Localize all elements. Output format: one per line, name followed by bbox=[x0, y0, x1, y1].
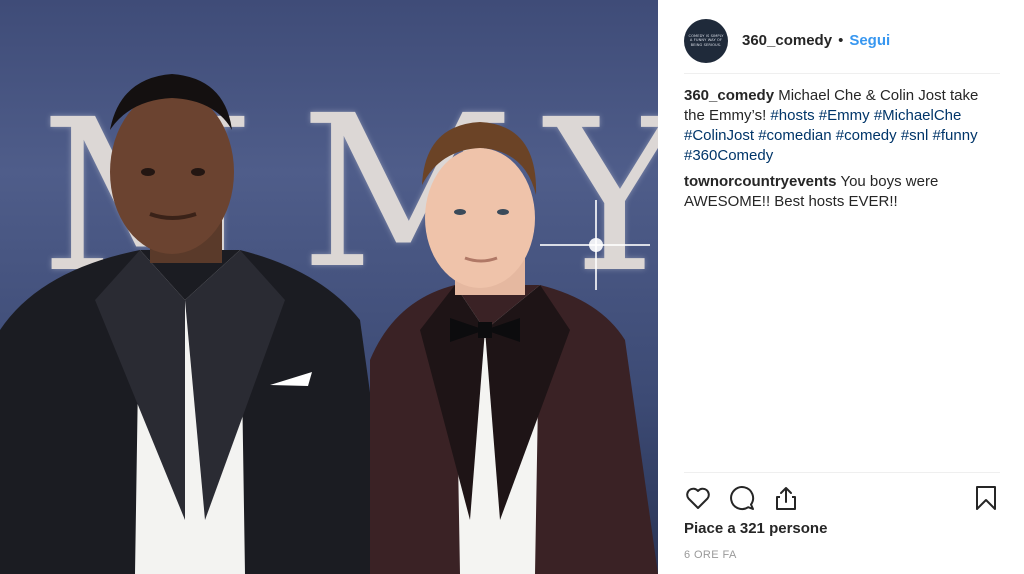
share-button[interactable] bbox=[772, 484, 800, 512]
hashtag-link[interactable]: #360Comedy bbox=[684, 147, 773, 164]
avatar[interactable]: COMEDY IS SIMPLY A FUNNY WAY OF BEING SE… bbox=[684, 18, 728, 63]
hashtag-link[interactable]: #comedy bbox=[836, 127, 897, 144]
comment-reply: townorcountryevents You boys were AWESOM… bbox=[684, 172, 1000, 212]
separator-dot: • bbox=[838, 32, 844, 49]
comment-username[interactable]: 360_comedy bbox=[684, 87, 774, 104]
comment-button[interactable] bbox=[728, 484, 756, 512]
hashtag-link[interactable]: #snl bbox=[901, 127, 929, 144]
people-illustration bbox=[0, 74, 658, 574]
comments-list: 360_comedy Michael Che & Colin Jost take… bbox=[684, 86, 1000, 218]
person-left bbox=[0, 74, 395, 574]
username-link[interactable]: 360_comedy bbox=[742, 32, 832, 49]
divider bbox=[684, 472, 1000, 473]
hashtag-link[interactable]: #MichaelChe bbox=[874, 107, 962, 124]
hashtag-link[interactable]: #hosts bbox=[770, 107, 814, 124]
heart-icon bbox=[686, 487, 710, 509]
share-icon bbox=[776, 487, 796, 510]
comment-icon bbox=[730, 486, 755, 511]
hashtag-link[interactable]: #comedian bbox=[758, 127, 831, 144]
comment-username[interactable]: townorcountryevents bbox=[684, 173, 837, 190]
hashtag-link[interactable]: #ColinJost bbox=[684, 127, 754, 144]
post-timestamp[interactable]: 6 ORE FA bbox=[684, 549, 737, 561]
post-header: COMEDY IS SIMPLY A FUNNY WAY OF BEING SE… bbox=[684, 8, 1000, 74]
bookmark-icon bbox=[976, 486, 996, 510]
person-right bbox=[370, 122, 658, 574]
likes-count[interactable]: Piace a 321 persone bbox=[684, 520, 827, 537]
like-button[interactable] bbox=[684, 484, 712, 512]
avatar-text-line: BEING SERIOUS. bbox=[690, 42, 722, 47]
follow-button[interactable]: Segui bbox=[849, 32, 890, 49]
action-bar bbox=[684, 482, 1000, 514]
hashtag-link[interactable]: #Emmy bbox=[819, 107, 870, 124]
save-button[interactable] bbox=[972, 484, 1000, 512]
post-side-panel: COMEDY IS SIMPLY A FUNNY WAY OF BEING SE… bbox=[658, 0, 1024, 574]
sparkle-icon bbox=[540, 200, 650, 290]
hashtag-link[interactable]: #funny bbox=[933, 127, 978, 144]
comment-caption: 360_comedy Michael Che & Colin Jost take… bbox=[684, 86, 1000, 166]
post-photo[interactable]: M M Y bbox=[0, 0, 658, 574]
